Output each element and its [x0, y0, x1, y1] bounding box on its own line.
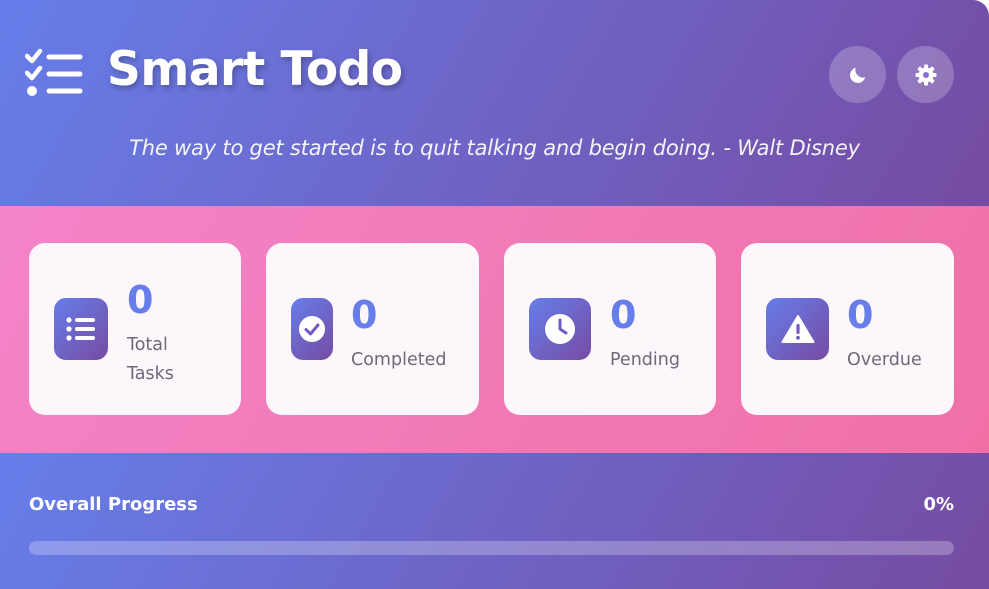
- clock-icon: [529, 298, 591, 360]
- stat-value: 0: [847, 293, 874, 337]
- progress-label: Overall Progress: [29, 494, 198, 515]
- stat-card-overdue: 0 Overdue: [741, 243, 954, 415]
- stat-label: Overdue: [847, 350, 922, 370]
- warning-icon: [766, 298, 829, 360]
- stat-label: Completed: [351, 350, 447, 370]
- gear-icon: [915, 64, 936, 85]
- checklist-icon: [25, 48, 83, 96]
- header: Smart Todo The way to get started is to …: [0, 0, 989, 206]
- stat-label: Total Tasks: [127, 335, 174, 384]
- settings-button[interactable]: [897, 46, 954, 103]
- check-circle-icon: [291, 298, 333, 360]
- stat-value: 0: [127, 278, 154, 322]
- app-container: Smart Todo The way to get started is to …: [0, 0, 989, 589]
- stat-label: Pending: [610, 350, 680, 370]
- stat-card-completed: 0 Completed: [266, 243, 479, 415]
- progress-bar: [29, 541, 954, 555]
- progress-percent: 0%: [923, 494, 954, 515]
- stat-value: 0: [351, 293, 378, 337]
- motivational-quote: The way to get started is to quit talkin…: [129, 136, 860, 160]
- list-icon: [54, 298, 108, 360]
- theme-toggle-button[interactable]: [829, 46, 886, 103]
- progress-section: Overall Progress 0%: [0, 453, 989, 589]
- stat-card-total: 0 Total Tasks: [29, 243, 241, 415]
- stat-card-pending: 0 Pending: [504, 243, 716, 415]
- app-title: Smart Todo: [107, 42, 403, 97]
- stat-value: 0: [610, 293, 637, 337]
- moon-icon: [849, 67, 865, 83]
- stats-section: 0 Total Tasks 0 Completed 0 Pending 0 Ov…: [0, 206, 989, 453]
